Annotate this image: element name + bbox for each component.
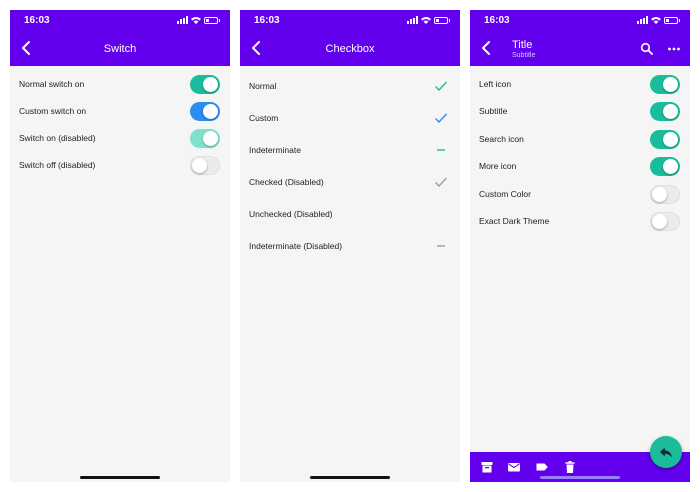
page-title: Switch <box>103 43 137 55</box>
reply-fab[interactable] <box>650 436 682 468</box>
screen-switch: 16:03 Switch Normal switch on Custom swi… <box>10 10 230 482</box>
normal-switch[interactable] <box>190 75 220 94</box>
page-subtitle: Subtitle <box>512 52 536 59</box>
home-indicator <box>540 476 620 479</box>
switch-row: Switch off (disabled) <box>10 153 230 179</box>
switch-row: Normal switch on <box>10 72 230 98</box>
signal-icon <box>177 16 188 24</box>
wifi-icon <box>651 17 661 24</box>
back-arrow-icon[interactable] <box>480 40 494 56</box>
switch-row: More icon <box>470 154 690 180</box>
home-indicator <box>310 476 390 479</box>
checkbox-row[interactable]: Custom <box>240 104 460 134</box>
custom-color-switch[interactable] <box>650 185 680 204</box>
more-icon[interactable] <box>667 42 681 56</box>
status-bar: 16:03 <box>470 10 690 32</box>
switch-knob <box>663 132 678 147</box>
switch-knob <box>663 159 678 174</box>
switch-row: Custom switch on <box>10 99 230 125</box>
wifi-icon <box>421 17 431 24</box>
switch-row: Exact Dark Theme <box>470 209 690 235</box>
switch-knob <box>652 214 667 229</box>
page-title: Title <box>512 39 533 51</box>
switch-label: Custom switch on <box>19 106 87 116</box>
switch-row: Search icon <box>470 127 690 153</box>
mail-icon[interactable] <box>507 460 521 474</box>
switch-label: Custom Color <box>479 189 531 199</box>
switch-knob <box>203 131 218 146</box>
checkbox-label: Unchecked (Disabled) <box>249 209 333 219</box>
switch-row: Subtitle <box>470 99 690 125</box>
status-bar: 16:03 <box>10 10 230 32</box>
disabled-on-switch <box>190 129 220 148</box>
status-time: 16:03 <box>254 15 280 26</box>
checkbox-label: Custom <box>249 113 279 123</box>
home-indicator <box>80 476 160 479</box>
checkbox-label: Indeterminate (Disabled) <box>249 241 343 251</box>
checkbox-row[interactable]: Normal <box>240 72 460 102</box>
status-bar: 16:03 <box>240 10 460 32</box>
dash-icon <box>437 245 445 247</box>
checkbox-label: Indeterminate <box>249 145 301 155</box>
title-block: Title Subtitle <box>512 39 535 59</box>
checkbox-row: Indeterminate (Disabled) <box>240 232 460 262</box>
custom-switch[interactable] <box>190 102 220 121</box>
search-icon-switch[interactable] <box>650 130 680 149</box>
check-icon <box>435 177 448 188</box>
switch-knob <box>203 104 218 119</box>
status-time: 16:03 <box>484 15 510 26</box>
checkbox-row[interactable]: Indeterminate <box>240 136 460 166</box>
trash-icon[interactable] <box>563 460 577 474</box>
archive-icon[interactable] <box>480 460 494 474</box>
switch-label: Exact Dark Theme <box>479 216 550 226</box>
switch-knob <box>663 77 678 92</box>
switch-knob <box>652 187 667 202</box>
wifi-icon <box>191 17 201 24</box>
battery-icon <box>204 16 220 24</box>
status-icons <box>407 16 450 24</box>
more-icon-switch[interactable] <box>650 157 680 176</box>
switch-label: Switch on (disabled) <box>19 133 96 143</box>
checkbox-row: Unchecked (Disabled) <box>240 200 460 230</box>
app-bar: 16:03 Switch <box>10 10 230 66</box>
screen-appbar: 16:03 Title Subtitle Left icon Subtitle … <box>470 10 690 482</box>
switch-label: Normal switch on <box>19 79 85 89</box>
app-bar: 16:03 Checkbox <box>240 10 460 66</box>
subtitle-switch[interactable] <box>650 102 680 121</box>
label-icon[interactable] <box>535 460 549 474</box>
switch-label: Left icon <box>479 79 512 89</box>
switch-row: Left icon <box>470 72 690 98</box>
status-icons <box>637 16 680 24</box>
dark-theme-switch[interactable] <box>650 212 680 231</box>
check-icon[interactable] <box>434 112 448 124</box>
battery-icon <box>664 16 680 24</box>
checkbox-label: Checked (Disabled) <box>249 177 324 187</box>
switch-row: Switch on (disabled) <box>10 126 230 152</box>
switch-label: Subtitle <box>479 106 508 116</box>
app-bar: 16:03 Title Subtitle <box>470 10 690 66</box>
disabled-off-switch <box>190 156 220 175</box>
switch-label: More icon <box>479 161 517 171</box>
screen-checkbox: 16:03 Checkbox Normal Custom Indetermina… <box>240 10 460 482</box>
search-icon[interactable] <box>640 42 654 56</box>
switch-knob <box>663 104 678 119</box>
switch-knob <box>203 77 218 92</box>
signal-icon <box>637 16 648 24</box>
status-icons <box>177 16 220 24</box>
left-icon-switch[interactable] <box>650 75 680 94</box>
status-time: 16:03 <box>24 15 50 26</box>
switch-label: Switch off (disabled) <box>19 160 96 170</box>
checkbox-row: Checked (Disabled) <box>240 168 460 198</box>
check-icon[interactable] <box>434 80 448 92</box>
checkbox-label: Normal <box>249 81 277 91</box>
switch-label: Search icon <box>479 134 524 144</box>
battery-icon <box>434 16 450 24</box>
switch-knob <box>192 158 207 173</box>
dash-icon[interactable] <box>434 144 448 156</box>
switch-row: Custom Color <box>470 182 690 208</box>
reply-icon <box>660 447 672 458</box>
page-title: Checkbox <box>325 43 375 55</box>
signal-icon <box>407 16 418 24</box>
